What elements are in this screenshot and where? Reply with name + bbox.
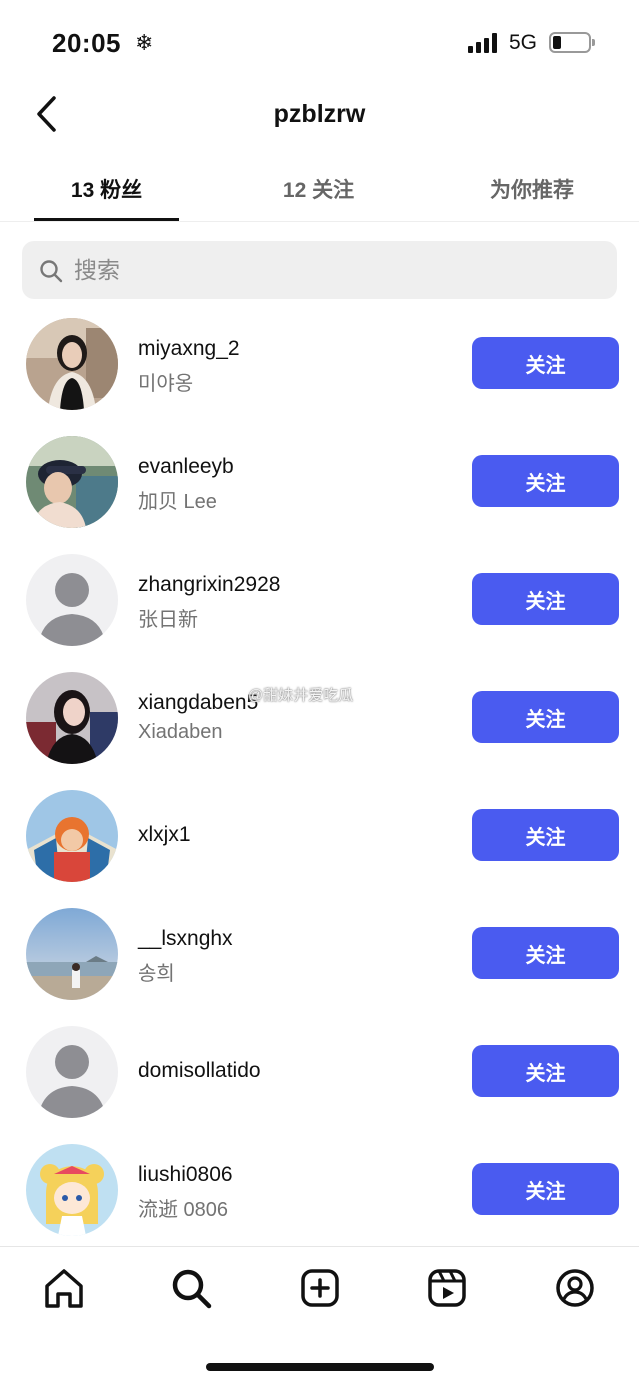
snowflake-icon: ❄ <box>135 30 154 55</box>
follow-button[interactable]: 关注 <box>472 455 619 507</box>
list-item[interactable]: xlxjx1 关注 <box>0 790 639 908</box>
tab-suggested[interactable]: 为你推荐 <box>462 174 602 204</box>
username[interactable]: __lsxnghx <box>138 927 233 951</box>
follow-button[interactable]: 关注 <box>472 691 619 743</box>
nav-reels[interactable] <box>421 1262 473 1314</box>
search-input[interactable] <box>74 250 594 290</box>
nav-home[interactable] <box>38 1262 90 1314</box>
list-item[interactable]: zhangrixin2928 张日新 关注 <box>0 554 639 672</box>
reels-icon <box>428 1269 466 1307</box>
search-icon <box>40 260 63 283</box>
tab-followers[interactable]: 13 粉丝 <box>34 174 179 204</box>
tab-following[interactable]: 12 关注 <box>246 174 391 204</box>
display-name: 加贝 Lee <box>138 491 217 513</box>
search-icon <box>172 1269 212 1309</box>
username[interactable]: miyaxng_2 <box>138 337 240 361</box>
username[interactable]: xiangdaben5 <box>138 691 258 715</box>
username[interactable]: domisollatido <box>138 1059 261 1083</box>
signal-icon <box>468 33 500 53</box>
page-title: pzblzrw <box>273 100 366 128</box>
home-icon <box>45 1269 83 1308</box>
display-name: 송희 <box>138 963 175 985</box>
username[interactable]: liushi0806 <box>138 1163 233 1187</box>
status-time: 20:05 <box>52 28 121 58</box>
default-avatar-icon[interactable] <box>26 554 118 646</box>
profile-icon <box>556 1269 594 1307</box>
follow-button[interactable]: 关注 <box>472 809 619 861</box>
nav-create[interactable] <box>294 1262 346 1314</box>
follow-button[interactable]: 关注 <box>472 573 619 625</box>
home-indicator <box>206 1363 434 1371</box>
follow-button[interactable]: 关注 <box>472 337 619 389</box>
create-icon <box>301 1269 339 1307</box>
avatar[interactable] <box>26 436 118 528</box>
username[interactable]: zhangrixin2928 <box>138 573 280 597</box>
list-item[interactable]: miyaxng_2 미야옹 关注 <box>0 318 639 436</box>
list-item[interactable]: __lsxnghx 송희 关注 <box>0 908 639 1026</box>
avatar[interactable] <box>26 672 118 764</box>
nav-divider <box>0 1246 639 1247</box>
avatar[interactable] <box>26 790 118 882</box>
follow-button[interactable]: 关注 <box>472 927 619 979</box>
display-name: 流逝 0806 <box>138 1199 229 1221</box>
list-item[interactable]: domisollatido 关注 <box>0 1026 639 1144</box>
display-name: 미야옹 <box>138 373 194 395</box>
follow-button[interactable]: 关注 <box>472 1163 619 1215</box>
nav-profile[interactable] <box>549 1262 601 1314</box>
avatar[interactable] <box>26 1144 118 1236</box>
follow-button[interactable]: 关注 <box>472 1045 619 1097</box>
username[interactable]: evanleeyb <box>138 455 234 479</box>
list-item[interactable]: liushi0806 流逝 0806 关注 <box>0 1144 639 1262</box>
status-bar: 20:05 ❄ 5G <box>0 0 639 88</box>
username[interactable]: xlxjx1 <box>138 823 191 847</box>
display-name: Xiadaben <box>138 721 223 743</box>
search-bar[interactable] <box>22 241 617 299</box>
network-type: 5G <box>509 31 538 54</box>
watermark: @甜妹井爱吃瓜 <box>248 687 354 704</box>
nav-search[interactable] <box>165 1262 217 1314</box>
avatar[interactable] <box>26 318 118 410</box>
list-item[interactable]: evanleeyb 加贝 Lee 关注 <box>0 436 639 554</box>
avatar[interactable] <box>26 908 118 1000</box>
tab-divider <box>0 221 639 222</box>
battery-icon <box>549 32 595 53</box>
display-name: 张日新 <box>138 609 198 631</box>
default-avatar-icon[interactable] <box>26 1026 118 1118</box>
